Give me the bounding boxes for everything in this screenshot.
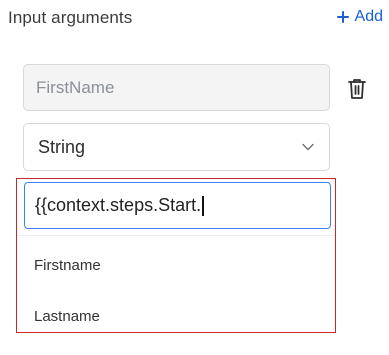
argument-name-value: FirstName [36, 77, 115, 97]
option-label: Firstname [34, 256, 101, 274]
dropdown-option-firstname[interactable]: Firstname [17, 245, 335, 285]
argument-value-input[interactable]: {{context.steps.Start. [24, 182, 331, 229]
argument-type-value: String [38, 136, 86, 157]
argument-value-text: {{context.steps.Start. [35, 195, 202, 215]
add-button-label: Add [354, 8, 383, 25]
text-caret [202, 195, 204, 216]
dropdown-option-lastname[interactable]: Lastname [17, 296, 335, 336]
argument-name-field[interactable]: FirstName [23, 64, 330, 111]
option-label: Lastname [34, 307, 100, 325]
autocomplete-dropdown: {{context.steps.Start. Firstname Lastnam… [16, 178, 336, 333]
add-argument-button[interactable]: Add [336, 8, 383, 26]
trash-icon[interactable] [347, 77, 367, 101]
plus-icon [336, 11, 349, 23]
argument-type-select[interactable]: String [23, 123, 330, 171]
dropdown-divider [17, 235, 335, 236]
chevron-down-icon [302, 143, 314, 151]
section-title: Input arguments [8, 8, 133, 27]
